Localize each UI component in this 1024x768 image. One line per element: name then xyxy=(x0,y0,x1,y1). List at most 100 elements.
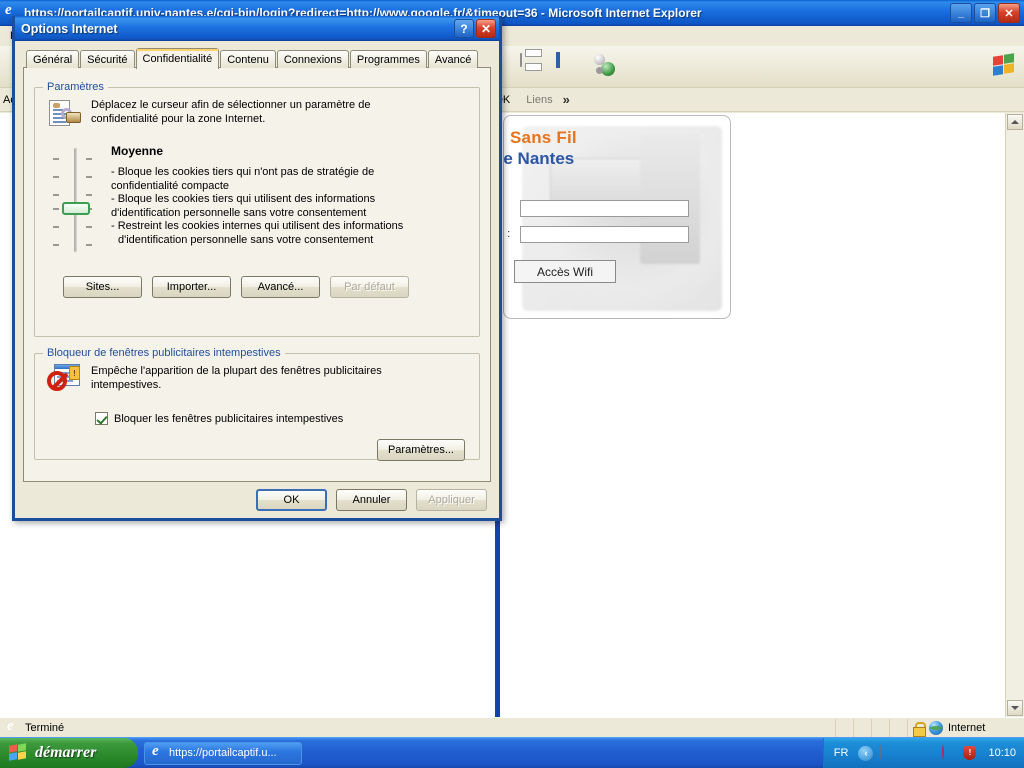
portal-heading-line2: de Nantes xyxy=(503,149,575,168)
edit-page-icon[interactable] xyxy=(556,51,582,80)
privacy-level-line-5: - Restreint les cookies internes qui uti… xyxy=(111,220,404,232)
ok-button[interactable]: OK xyxy=(256,489,327,511)
popup-parametres-button[interactable]: Paramètres... xyxy=(376,439,465,461)
status-pad-2 xyxy=(853,718,871,738)
browser-toolbar-icons xyxy=(520,51,618,80)
scroll-up-button[interactable] xyxy=(1007,114,1023,130)
tab-programmes[interactable]: Programmes xyxy=(349,50,427,68)
browser-statusbar: Terminé Internet xyxy=(0,717,1024,738)
browser-close-button[interactable]: ✕ xyxy=(998,3,1020,23)
tab-contenu[interactable]: Contenu xyxy=(220,50,276,68)
settings-button-row: Sites... Importer... Avancé... Par défau… xyxy=(45,276,469,298)
slider-thumb[interactable] xyxy=(62,202,90,215)
tab-securite[interactable]: Sécurité xyxy=(80,50,135,68)
tab-confidentialite[interactable]: Confidentialité xyxy=(135,48,220,69)
volume-icon[interactable] xyxy=(900,746,915,761)
popup-description: Empêche l'apparition de la plupart des f… xyxy=(91,364,382,392)
triangle-up-icon xyxy=(1011,120,1019,124)
portal-password-input[interactable] xyxy=(520,226,689,243)
dialog-body: Général Sécurité Confidentialité Contenu… xyxy=(15,41,499,518)
privacy-level-line-6: d'identification personnelle sans votre … xyxy=(118,233,374,246)
privacy-level-line-1: - Bloque les cookies tiers qui n'ont pas… xyxy=(111,166,375,178)
popup-description-row: ! Empêche l'apparition de la plupart des… xyxy=(45,364,469,392)
importer-button[interactable]: Importer... xyxy=(152,276,231,298)
scissors-icon[interactable] xyxy=(921,746,936,761)
portal-submit-button[interactable]: Accès Wifi xyxy=(514,260,616,283)
dialog-help-button[interactable]: ? xyxy=(454,19,474,38)
privacy-level-name: Moyenne xyxy=(111,144,164,158)
dialog-title: Options Internet xyxy=(21,21,118,36)
avance-button[interactable]: Avancé... xyxy=(241,276,320,298)
tab-avance[interactable]: Avancé xyxy=(427,50,479,68)
dialog-footer: OK Annuler Appliquer xyxy=(15,489,499,511)
internet-options-dialog: Options Internet ? ✕ Général Sécurité Co… xyxy=(12,16,502,521)
scroll-down-button[interactable] xyxy=(1007,700,1023,716)
status-text: Terminé xyxy=(25,722,65,734)
popup-blocker-checkbox-row[interactable]: Bloquer les fenêtres publicitaires intem… xyxy=(95,412,469,425)
printer-icon[interactable] xyxy=(520,52,546,80)
status-pad-4 xyxy=(889,718,907,738)
tab-general[interactable]: Général xyxy=(26,50,80,68)
taskbar-item-label: https://portailcaptif.u... xyxy=(169,747,277,759)
appliquer-button: Appliquer xyxy=(416,489,487,511)
windows-flag-icon xyxy=(9,743,28,762)
sites-button[interactable]: Sites... xyxy=(63,276,142,298)
ie-icon xyxy=(150,746,164,760)
popup-blocker-icon: ! xyxy=(47,364,80,392)
browser-caption-buttons: _ ❐ ✕ xyxy=(950,3,1020,23)
links-label[interactable]: Liens xyxy=(526,94,552,106)
messenger-icon[interactable] xyxy=(592,54,618,80)
triangle-down-icon xyxy=(1011,706,1019,710)
status-pad-3 xyxy=(871,718,889,738)
portal-field-label: e : xyxy=(504,228,511,240)
network-connection-icon[interactable] xyxy=(879,744,894,761)
portal-username-input[interactable] xyxy=(520,200,689,217)
dialog-tabstrip: Général Sécurité Confidentialité Contenu… xyxy=(23,47,491,69)
show-hidden-icons-chevron[interactable]: ‹ xyxy=(858,745,874,761)
status-pad-1 xyxy=(835,718,853,738)
clock[interactable]: 10:10 xyxy=(988,747,1016,759)
popup-description-line1: Empêche l'apparition de la plupart des f… xyxy=(91,365,382,377)
lock-icon xyxy=(913,721,926,737)
portal-heading-line1: Sans Fil xyxy=(510,128,577,147)
tab-panel-confidentialite: Paramètres Déplacez le curseur afin de s… xyxy=(23,67,491,482)
privacy-level-line-4: d'identification personnelle sans votre … xyxy=(111,206,367,219)
page-vertical-scrollbar[interactable] xyxy=(1005,113,1024,717)
toolbar-overflow-chevron-icon[interactable]: » xyxy=(563,92,570,107)
language-indicator[interactable]: FR xyxy=(834,747,849,759)
privacy-level-slider[interactable] xyxy=(45,144,107,256)
privacy-level-line-3: - Bloque les cookies tiers qui utilisent… xyxy=(111,193,376,205)
taskbar-item-portailcaptif[interactable]: https://portailcaptif.u... xyxy=(144,741,302,765)
privacy-level-line-2: confidentialité compacte xyxy=(111,179,230,192)
security-zone-label: Internet xyxy=(948,722,986,734)
settings-groupbox: Paramètres Déplacez le curseur afin de s… xyxy=(34,81,480,337)
security-zone-section[interactable]: Internet xyxy=(907,718,1024,738)
privacy-document-lock-icon xyxy=(49,100,81,126)
privacy-level-description: Moyenne - Bloque les cookies tiers qui n… xyxy=(107,144,469,256)
tab-connexions[interactable]: Connexions xyxy=(276,50,349,68)
settings-groupbox-legend: Paramètres xyxy=(43,81,108,93)
popup-description-line2: intempestives. xyxy=(91,379,162,391)
popup-settings-button-row: Paramètres... xyxy=(45,439,469,461)
security-shield-icon[interactable]: ! xyxy=(963,745,978,761)
popup-blocker-checkbox[interactable] xyxy=(95,412,108,425)
globe-icon xyxy=(929,721,943,735)
taskbar: démarrer https://portailcaptif.u... FR ‹… xyxy=(0,737,1024,768)
dialog-close-button[interactable]: ✕ xyxy=(476,19,496,38)
browser-minimize-button[interactable]: _ xyxy=(950,3,972,23)
par-defaut-button: Par défaut xyxy=(330,276,409,298)
settings-description: Déplacez le curseur afin de sélectionner… xyxy=(91,98,370,126)
settings-description-row: Déplacez le curseur afin de sélectionner… xyxy=(45,98,469,126)
start-button[interactable]: démarrer xyxy=(0,738,138,768)
wifi-portal-card: Sans Fil de Nantes e : Accès Wifi xyxy=(503,115,731,319)
screen: https://portailcaptif.univ-nantes.e/cgi-… xyxy=(0,0,1024,768)
popup-blocker-legend: Bloqueur de fenêtres publicitaires intem… xyxy=(43,347,285,359)
red-circle-icon[interactable] xyxy=(942,744,957,761)
popup-blocker-groupbox: Bloqueur de fenêtres publicitaires intem… xyxy=(34,347,480,461)
annuler-button[interactable]: Annuler xyxy=(336,489,407,511)
windows-logo-icon xyxy=(992,52,1018,80)
slider-track xyxy=(74,148,77,252)
browser-restore-button[interactable]: ❐ xyxy=(974,3,996,23)
system-tray: FR ‹ ! 10:10 xyxy=(822,738,1024,768)
status-text-section: Terminé xyxy=(0,719,835,738)
